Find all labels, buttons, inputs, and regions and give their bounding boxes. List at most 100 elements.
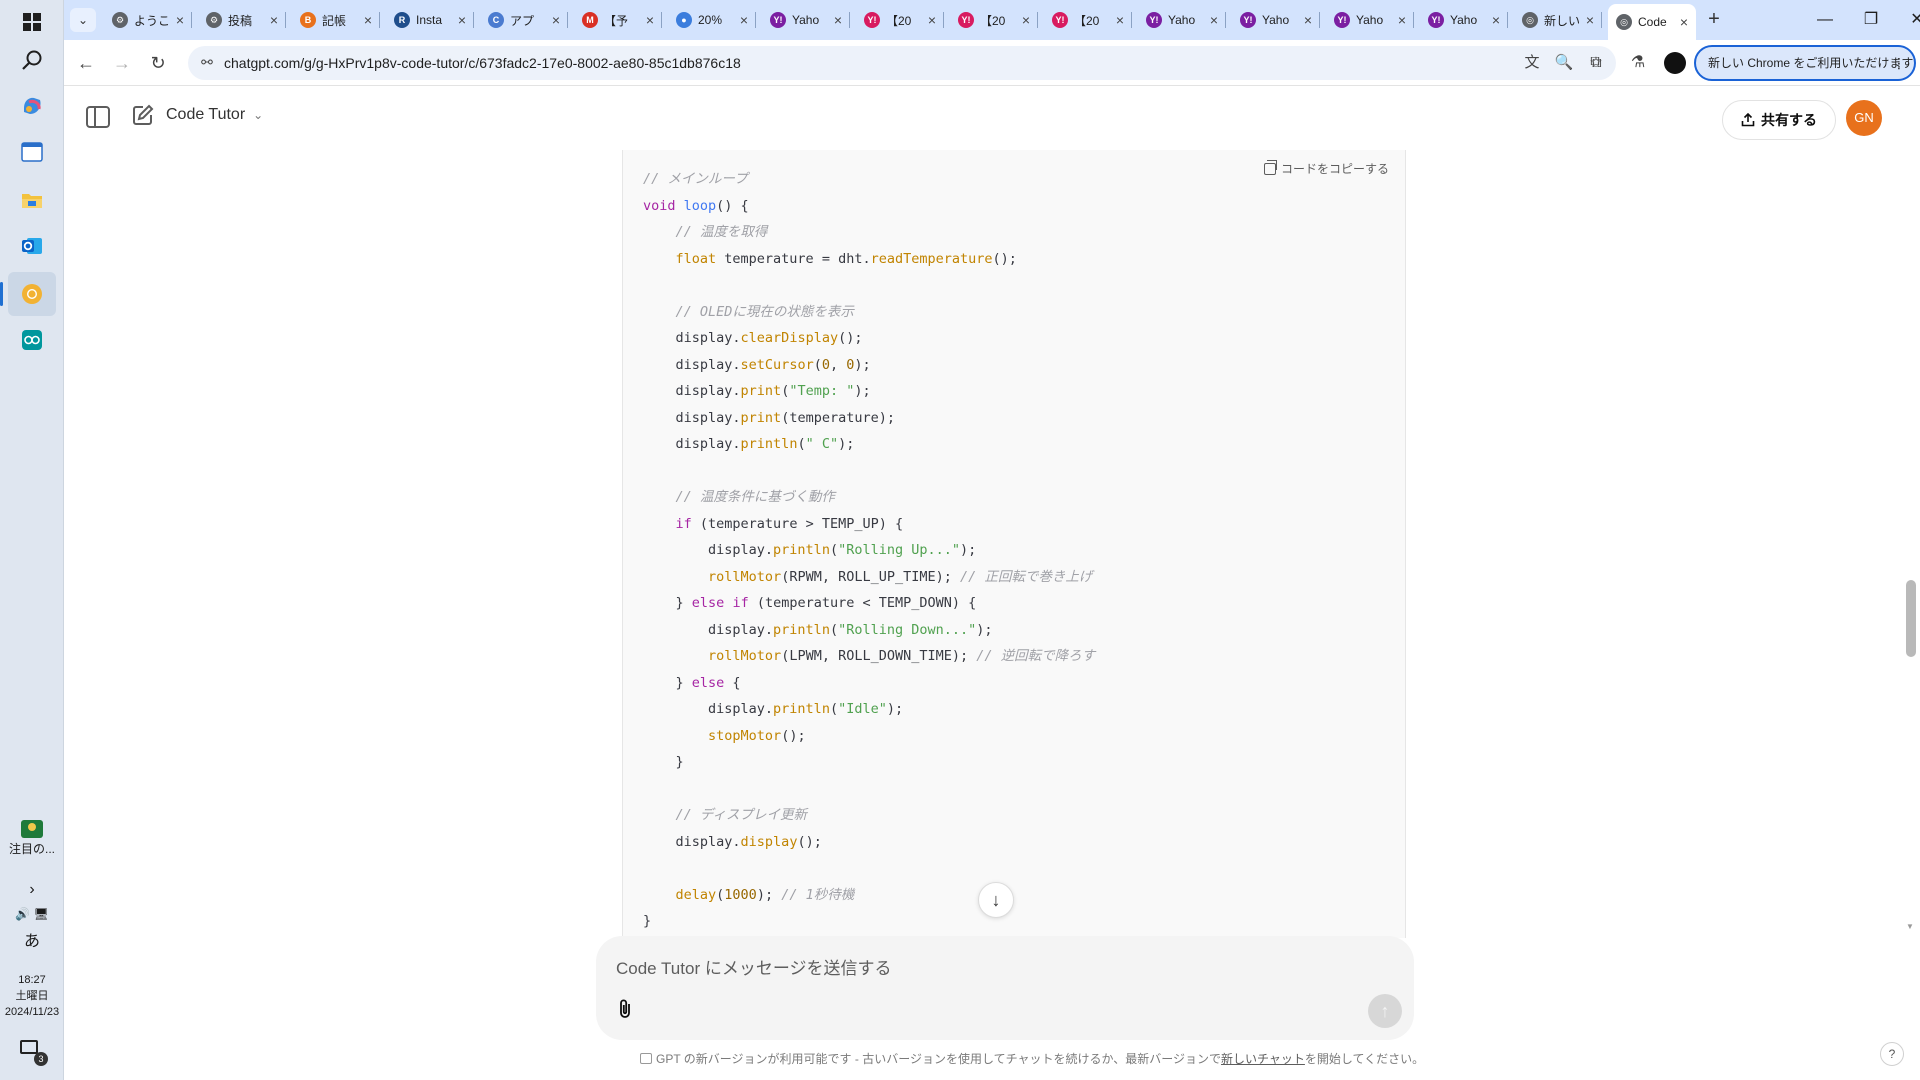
show-hidden-icons-chevron-icon[interactable]: › (0, 882, 64, 898)
tab-close-icon[interactable]: × (270, 12, 278, 28)
sidebar-toggle-icon[interactable] (86, 106, 110, 128)
taskbar-search-button[interactable] (8, 38, 56, 82)
code-token: " C" (805, 436, 839, 452)
taskbar-desktop-button[interactable] (8, 130, 56, 174)
tab[interactable]: R Insta × (386, 6, 474, 34)
tab[interactable]: Y! 【20 × (950, 6, 1038, 34)
code-line: display.print("Temp: "); (643, 378, 1095, 405)
tab-close-icon[interactable]: × (646, 12, 654, 28)
tab[interactable]: Y! Yaho × (1326, 6, 1414, 34)
code-token: ( (829, 621, 839, 638)
tab-title: 【20 (886, 13, 912, 28)
code-token: clearDisplay (740, 330, 839, 346)
tab[interactable]: ◎ 新しい × (1514, 6, 1602, 34)
tab-close-icon[interactable]: × (928, 12, 936, 28)
address-bar[interactable]: ⚯ chatgpt.com/g/g-HxPrv1p8v-code-tutor/c… (188, 46, 1616, 80)
reload-button[interactable]: ↻ (144, 49, 172, 77)
page-scrollbar[interactable] (1904, 150, 1918, 930)
ime-mode-indicator[interactable]: あ (0, 934, 64, 950)
tab-title: Insta (416, 13, 443, 27)
taskbar-copilot-button[interactable] (8, 84, 56, 128)
taskbar-chrome-button[interactable] (0, 272, 56, 316)
volume-network-icon[interactable]: 🔊 🖥 (0, 906, 64, 922)
code-token: ( (797, 436, 806, 452)
code-token: rollMotor (708, 568, 782, 585)
tab[interactable]: M 【予 × (574, 6, 662, 34)
tab[interactable]: Y! Yaho × (1138, 6, 1226, 34)
tab-title: 【20 (1074, 13, 1100, 28)
site-info-icon[interactable]: ⚯ (198, 54, 216, 72)
tab[interactable]: B 記帳 × (292, 6, 380, 34)
taskbar-clock[interactable]: 18:27 土曜日 2024/11/23 (0, 972, 64, 1020)
tab-close-icon[interactable]: × (176, 12, 184, 28)
share-upload-icon (1741, 113, 1755, 127)
share-button[interactable]: 共有する (1722, 100, 1836, 140)
profile-avatar[interactable] (1664, 52, 1686, 74)
tab-close-icon[interactable]: × (552, 12, 560, 28)
message-input[interactable] (616, 954, 1376, 984)
taskbar-explorer-button[interactable] (8, 178, 56, 222)
labs-flask-icon[interactable]: ⚗ (1626, 51, 1650, 75)
tab-close-icon[interactable]: × (1116, 12, 1124, 28)
translate-icon[interactable]: 文 (1522, 53, 1542, 73)
code-token: else (691, 674, 725, 691)
tab-close-icon[interactable]: × (834, 12, 842, 28)
code-line: } (643, 749, 1095, 776)
tab-close-icon[interactable]: × (1680, 14, 1688, 30)
code-token: void (643, 197, 676, 214)
taskbar-arduino-button[interactable] (8, 318, 56, 362)
tab-search-button[interactable]: ⌄ (70, 8, 96, 32)
tab-active[interactable]: ◎ Code × (1608, 4, 1696, 40)
gpt-selector[interactable]: Code Tutor ⌄ (166, 106, 263, 124)
code-line: display.println(" C"); (643, 431, 1095, 458)
notification-center-button[interactable]: 3 (20, 1040, 48, 1066)
tab-close-icon[interactable]: × (1398, 12, 1406, 28)
taskbar-outlook-button[interactable] (8, 224, 56, 268)
tab[interactable]: ● 20% × (668, 6, 756, 34)
new-chat-button[interactable] (132, 104, 156, 128)
send-message-button[interactable]: ↑ (1368, 994, 1402, 1028)
minimize-window-button[interactable]: — (1802, 0, 1848, 40)
tab[interactable]: ⚙ ようこ × (104, 6, 192, 34)
tab[interactable]: Y! 【20 × (856, 6, 944, 34)
back-button[interactable]: ← (72, 49, 100, 77)
scroll-to-bottom-button[interactable]: ↓ (978, 882, 1014, 918)
code-line: } else if (temperature < TEMP_DOWN) { (643, 590, 1095, 617)
tab[interactable]: Y! Yaho × (1232, 6, 1320, 34)
extensions-icon[interactable]: ⧉ (1584, 51, 1608, 75)
paperclip-icon (620, 999, 630, 1018)
news-widget[interactable]: 注目の... (4, 818, 60, 868)
attach-file-button[interactable] (612, 998, 638, 1024)
tab-close-icon[interactable]: × (1586, 12, 1594, 28)
new-tab-button[interactable]: + (1702, 8, 1726, 32)
code-token: ); (854, 356, 871, 373)
tab-close-icon[interactable]: × (1210, 12, 1218, 28)
tab-close-icon[interactable]: × (364, 12, 372, 28)
scroll-down-arrow-icon[interactable]: ▼ (1906, 922, 1914, 931)
tab-close-icon[interactable]: × (1304, 12, 1312, 28)
version-notice: GPT の新バージョンが利用可能です - 古いバージョンを使用してチャットを続け… (640, 1050, 1424, 1067)
tab[interactable]: Y! 【20 × (1044, 6, 1132, 34)
zoom-icon[interactable]: 🔍 (1554, 53, 1574, 73)
copy-code-button[interactable]: コードをコピーする (1263, 159, 1389, 177)
tab[interactable]: ⚙ 投稿 × (198, 6, 286, 34)
restore-window-button[interactable]: ❐ (1848, 0, 1894, 40)
user-avatar[interactable]: GN (1846, 100, 1882, 136)
tab[interactable]: C アプ × (480, 6, 568, 34)
tab-title: Yaho (1168, 13, 1196, 27)
tab[interactable]: Y! Yaho × (762, 6, 850, 34)
chrome-update-button[interactable]: 新しい Chrome をご利用いただけます ⋮ (1694, 45, 1916, 81)
forward-button[interactable]: → (108, 49, 136, 77)
url-text[interactable]: chatgpt.com/g/g-HxPrv1p8v-code-tutor/c/6… (224, 55, 741, 71)
tab-close-icon[interactable]: × (740, 12, 748, 28)
more-menu-icon[interactable]: ⋮ (1892, 47, 1906, 79)
new-chat-link[interactable]: 新しいチャット (1221, 1052, 1305, 1066)
tab[interactable]: Y! Yaho × (1420, 6, 1508, 34)
close-window-button[interactable]: ✕ (1894, 0, 1920, 40)
page-scroll-thumb[interactable] (1906, 579, 1916, 657)
tab-close-icon[interactable]: × (1492, 12, 1500, 28)
help-button[interactable]: ? (1880, 1042, 1904, 1066)
tab-close-icon[interactable]: × (458, 12, 466, 28)
code-token: display. (643, 409, 741, 426)
tab-close-icon[interactable]: × (1022, 12, 1030, 28)
